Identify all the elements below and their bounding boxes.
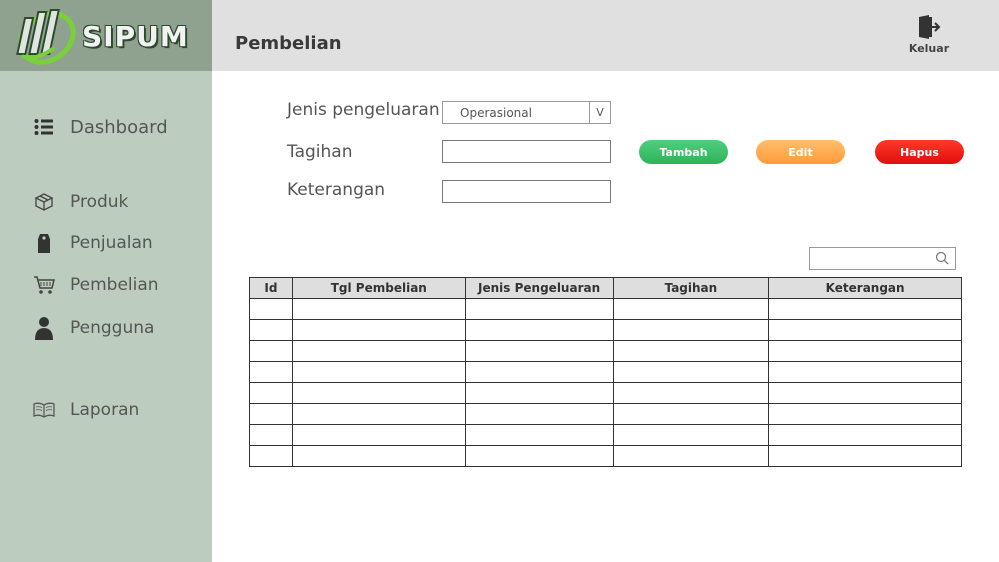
table-header-row: Id Tgl Pembelian Jenis Pengeluaran Tagih… — [249, 277, 962, 299]
sidebar-item-dashboard[interactable]: Dashboard — [32, 115, 168, 139]
logout-button[interactable]: Keluar — [905, 14, 953, 55]
table-row[interactable] — [249, 382, 962, 404]
search-icon[interactable] — [935, 251, 949, 265]
tag-icon — [32, 231, 56, 255]
table-cell — [464, 319, 614, 341]
table-cell — [612, 382, 770, 404]
table-cell — [612, 403, 770, 425]
keterangan-input[interactable] — [442, 180, 611, 203]
table-cell — [249, 382, 293, 404]
header-bar: Pembelian Keluar — [212, 0, 999, 71]
tagihan-input[interactable] — [442, 140, 611, 163]
column-header-tgl-pembelian[interactable]: Tgl Pembelian — [291, 277, 466, 299]
table-cell — [612, 361, 770, 383]
table-cell — [291, 361, 466, 383]
keterangan-label: Keterangan — [287, 180, 386, 200]
table-cell — [249, 445, 293, 467]
search-field[interactable] — [809, 247, 956, 270]
jenis-pengeluaran-value: Operasional — [460, 105, 532, 120]
table-cell — [612, 340, 770, 362]
page-title: Pembelian — [235, 33, 342, 54]
pembelian-table: Id Tgl Pembelian Jenis Pengeluaran Tagih… — [249, 277, 962, 467]
sidebar-item-label: Penjualan — [70, 233, 153, 253]
table-cell — [249, 403, 293, 425]
table-cell — [249, 319, 293, 341]
table-cell — [464, 403, 614, 425]
app-logo: SIPUM — [0, 0, 212, 71]
search-input[interactable] — [810, 248, 930, 270]
table-cell — [768, 319, 962, 341]
jenis-pengeluaran-label: Jenis pengeluaran — [287, 100, 440, 120]
table-cell — [464, 361, 614, 383]
table-row[interactable] — [249, 424, 962, 446]
user-icon — [32, 316, 56, 340]
table-cell — [291, 319, 466, 341]
table-cell — [768, 445, 962, 467]
table-row[interactable] — [249, 340, 962, 362]
table-cell — [464, 298, 614, 320]
sidebar-item-label: Pembelian — [70, 275, 159, 295]
table-row[interactable] — [249, 445, 962, 467]
sidebar: SIPUM Dashboard Produk Penjualan Pembeli… — [0, 0, 212, 562]
column-header-id[interactable]: Id — [249, 277, 293, 299]
table-cell — [768, 340, 962, 362]
column-header-tagihan[interactable]: Tagihan — [612, 277, 770, 299]
table-cell — [768, 382, 962, 404]
sidebar-item-label: Dashboard — [70, 116, 168, 138]
logo-emblem-icon — [16, 9, 76, 65]
table-cell — [464, 424, 614, 446]
table-cell — [768, 403, 962, 425]
tambah-button[interactable]: Tambah — [639, 140, 728, 164]
table-cell — [464, 382, 614, 404]
jenis-pengeluaran-select[interactable]: Operasional V — [442, 101, 611, 124]
table-row[interactable] — [249, 403, 962, 425]
list-icon — [32, 115, 56, 139]
table-cell — [464, 445, 614, 467]
table-cell — [768, 424, 962, 446]
table-cell — [291, 424, 466, 446]
table-cell — [612, 424, 770, 446]
sidebar-item-label: Laporan — [70, 400, 140, 420]
logout-icon — [919, 15, 941, 39]
edit-button[interactable]: Edit — [756, 140, 845, 164]
sidebar-item-produk[interactable]: Produk — [32, 190, 128, 214]
table-cell — [291, 340, 466, 362]
table-cell — [249, 340, 293, 362]
table-cell — [249, 298, 293, 320]
table-cell — [291, 445, 466, 467]
table-cell — [291, 298, 466, 320]
hapus-button[interactable]: Hapus — [875, 140, 964, 164]
sidebar-item-laporan[interactable]: Laporan — [32, 398, 139, 422]
sidebar-item-penjualan[interactable]: Penjualan — [32, 231, 153, 255]
table-cell — [291, 382, 466, 404]
logout-label: Keluar — [908, 42, 950, 55]
sidebar-item-pembelian[interactable]: Pembelian — [32, 273, 159, 297]
book-icon — [32, 398, 56, 422]
table-cell — [464, 340, 614, 362]
table-cell — [768, 361, 962, 383]
table-cell — [768, 298, 962, 320]
table-row[interactable] — [249, 319, 962, 341]
dropdown-arrow-icon[interactable]: V — [589, 102, 610, 123]
table-cell — [249, 361, 293, 383]
table-cell — [612, 298, 770, 320]
sidebar-item-pengguna[interactable]: Pengguna — [32, 316, 154, 340]
column-header-jenis-pengeluaran[interactable]: Jenis Pengeluaran — [464, 277, 614, 299]
table-row[interactable] — [249, 298, 962, 320]
sidebar-item-label: Produk — [70, 192, 129, 212]
table-row[interactable] — [249, 361, 962, 383]
column-header-keterangan[interactable]: Keterangan — [768, 277, 962, 299]
tagihan-label: Tagihan — [287, 142, 353, 162]
table-cell — [612, 445, 770, 467]
box-icon — [32, 190, 56, 214]
table-cell — [612, 319, 770, 341]
cart-icon — [32, 273, 56, 297]
sidebar-item-label: Pengguna — [70, 318, 155, 338]
table-cell — [291, 403, 466, 425]
logo-text: SIPUM — [82, 20, 189, 53]
table-cell — [249, 424, 293, 446]
